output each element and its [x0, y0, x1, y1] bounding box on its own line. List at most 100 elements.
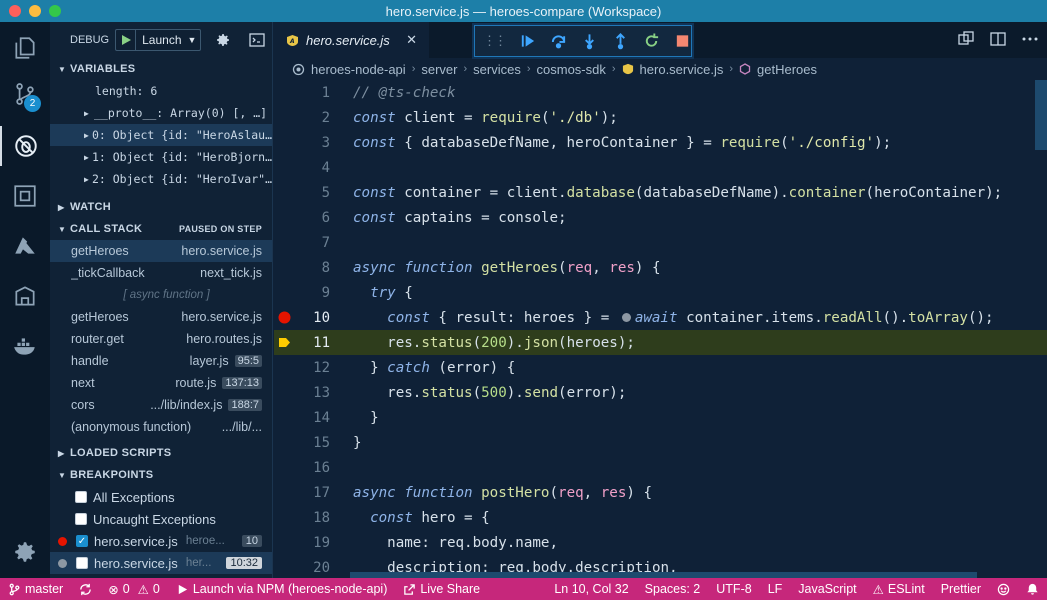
debug-floating-toolbar: ⋮⋮: [474, 25, 692, 57]
breakpoint-icon[interactable]: [278, 311, 291, 324]
step-out-icon[interactable]: [612, 32, 629, 50]
notifications-icon[interactable]: [1018, 583, 1047, 596]
breakpoint-uncaught-exceptions[interactable]: Uncaught Exceptions: [50, 508, 272, 530]
launch-status[interactable]: Launch via NPM (heroes-node-api): [168, 582, 396, 596]
prettier-status[interactable]: Prettier: [933, 582, 989, 596]
code-line-breakpoint: 10 const { result: heroes } = await cont…: [274, 305, 1047, 330]
watch-section-header[interactable]: ▶ WATCH: [50, 196, 272, 218]
scm-badge: 2: [24, 95, 41, 112]
stop-icon[interactable]: [674, 32, 691, 50]
stack-frame[interactable]: router.get hero.routes.js: [50, 328, 272, 350]
stack-frame[interactable]: next route.js 137:13: [50, 372, 272, 394]
launch-config-name: Launch: [142, 33, 182, 47]
debug-icon[interactable]: [0, 126, 50, 166]
stack-frame[interactable]: (anonymous function) .../lib/...: [50, 416, 272, 438]
breakpoints-section-header[interactable]: ▼ BREAKPOINTS: [50, 464, 272, 486]
variable-row[interactable]: length: 6: [50, 80, 272, 102]
chevron-right-icon: ▶: [58, 202, 65, 212]
chevron-down-icon: ▼: [187, 35, 197, 45]
code-line: 6 const captains = console;: [321, 209, 567, 226]
vertical-scrollbar[interactable]: [1035, 80, 1047, 150]
call-stack-section-header[interactable]: ▼ CALL STACK PAUSED ON STEP: [50, 218, 272, 240]
extensions-icon[interactable]: [0, 176, 50, 216]
breakpoint-item[interactable]: ✓ hero.service.js heroe... 10: [50, 530, 272, 552]
eslint-status[interactable]: ⚠ ESLint: [865, 582, 933, 597]
checkbox[interactable]: [75, 513, 87, 525]
stack-frame[interactable]: _tickCallback next_tick.js: [50, 262, 272, 284]
debug-console-icon[interactable]: [249, 33, 266, 47]
svg-text:A: A: [289, 38, 295, 45]
azure-icon[interactable]: [0, 226, 50, 266]
line-ending[interactable]: LF: [760, 582, 791, 596]
breakpoint-item[interactable]: hero.service.js her... 10:32: [50, 552, 272, 574]
breakpoint-all-exceptions[interactable]: All Exceptions: [50, 486, 272, 508]
maximize-window-button[interactable]: [49, 5, 61, 17]
remote-icon[interactable]: [0, 276, 50, 316]
debug-toolbar: DEBUG Launch ▼: [50, 22, 272, 58]
chevron-down-icon: ▼: [58, 224, 67, 234]
breadcrumb-item[interactable]: getHeroes: [757, 62, 817, 77]
restart-icon[interactable]: [643, 32, 660, 50]
chevron-right-icon: ▶: [84, 174, 89, 184]
inline-breakpoint-icon[interactable]: [621, 313, 631, 322]
indentation[interactable]: Spaces: 2: [637, 582, 709, 596]
step-into-icon[interactable]: [581, 32, 598, 50]
branch-indicator[interactable]: master: [0, 582, 71, 596]
breadcrumb-item[interactable]: heroes-node-api: [311, 62, 406, 77]
more-actions-icon[interactable]: [1021, 30, 1039, 48]
live-share-button[interactable]: Live Share: [395, 582, 488, 596]
breadcrumb-item[interactable]: cosmos-sdk: [537, 62, 606, 77]
language-mode[interactable]: JavaScript: [790, 582, 864, 596]
stack-frame[interactable]: getHeroes hero.service.js: [50, 240, 272, 262]
variable-row[interactable]: ▶ 0: Object {id: "HeroAslau…: [50, 124, 272, 146]
checkbox[interactable]: ✓: [76, 535, 88, 547]
close-icon[interactable]: ✕: [406, 32, 417, 48]
split-editor-icon[interactable]: [989, 30, 1007, 48]
code-editor[interactable]: 1// @ts-check 2 const client = require('.…: [274, 80, 1047, 578]
code-line: 12 } catch (error) {: [313, 359, 516, 376]
docker-icon[interactable]: [0, 326, 50, 366]
chevron-down-icon: ▼: [58, 470, 67, 480]
title-bar: hero.service.js — heroes-compare (Worksp…: [0, 0, 1047, 22]
live-share-icon: [404, 583, 416, 595]
breadcrumb-item[interactable]: hero.service.js: [640, 62, 724, 77]
tab-hero-service[interactable]: A hero.service.js ✕: [274, 22, 429, 58]
debug-settings-icon[interactable]: [215, 32, 231, 48]
close-window-button[interactable]: [9, 5, 21, 17]
stack-frame[interactable]: cors .../lib/index.js 188:7: [50, 394, 272, 416]
continue-icon[interactable]: [519, 32, 536, 50]
variable-row[interactable]: ▶ __proto__: Array(0) [, …]: [50, 102, 272, 124]
checkbox[interactable]: [75, 491, 87, 503]
gear-icon[interactable]: [0, 532, 50, 572]
encoding[interactable]: UTF-8: [708, 582, 759, 596]
loaded-scripts-section-header[interactable]: ▶ LOADED SCRIPTS: [50, 442, 272, 464]
problems-indicator[interactable]: ⊗ 0 ⚠ 0: [100, 582, 168, 597]
status-bar: master ⊗ 0 ⚠ 0 Launch via NPM (heroes-node…: [0, 578, 1047, 600]
stack-frame[interactable]: handle layer.js 95:5: [50, 350, 272, 372]
explorer-icon[interactable]: [0, 28, 50, 68]
breadcrumb: heroes-node-api › server › services › cosmo…: [274, 58, 1047, 80]
variables-section-header[interactable]: ▼ VARIABLES: [50, 58, 272, 80]
code-line: 18 const hero = {: [313, 509, 490, 526]
code-line: 1// @ts-check: [321, 84, 456, 101]
checkbox[interactable]: [76, 557, 88, 569]
source-control-icon[interactable]: 2: [0, 74, 50, 114]
start-debugging-icon[interactable]: [116, 30, 137, 50]
code-line: 9 try {: [321, 284, 413, 301]
feedback-icon[interactable]: [989, 583, 1018, 596]
cursor-position[interactable]: Ln 10, Col 32: [546, 582, 636, 596]
minimize-window-button[interactable]: [29, 5, 41, 17]
async-separator: [ async function ]: [123, 289, 210, 301]
step-over-icon[interactable]: [550, 32, 567, 50]
sync-icon[interactable]: [71, 583, 100, 596]
launch-config-select[interactable]: Launch ▼: [115, 29, 202, 51]
warning-icon: ⚠: [872, 582, 884, 597]
stack-frame[interactable]: getHeroes hero.service.js: [50, 306, 272, 328]
variable-row[interactable]: ▶ 1: Object {id: "HeroBjorn…: [50, 146, 272, 168]
compare-icon[interactable]: [957, 30, 975, 48]
current-step-icon: [278, 338, 290, 347]
breadcrumb-item[interactable]: server: [421, 62, 457, 77]
variable-row[interactable]: ▶ 2: Object {id: "HeroIvar"…: [50, 168, 272, 190]
breadcrumb-item[interactable]: services: [473, 62, 521, 77]
drag-handle-icon[interactable]: ⋮⋮: [483, 33, 507, 49]
